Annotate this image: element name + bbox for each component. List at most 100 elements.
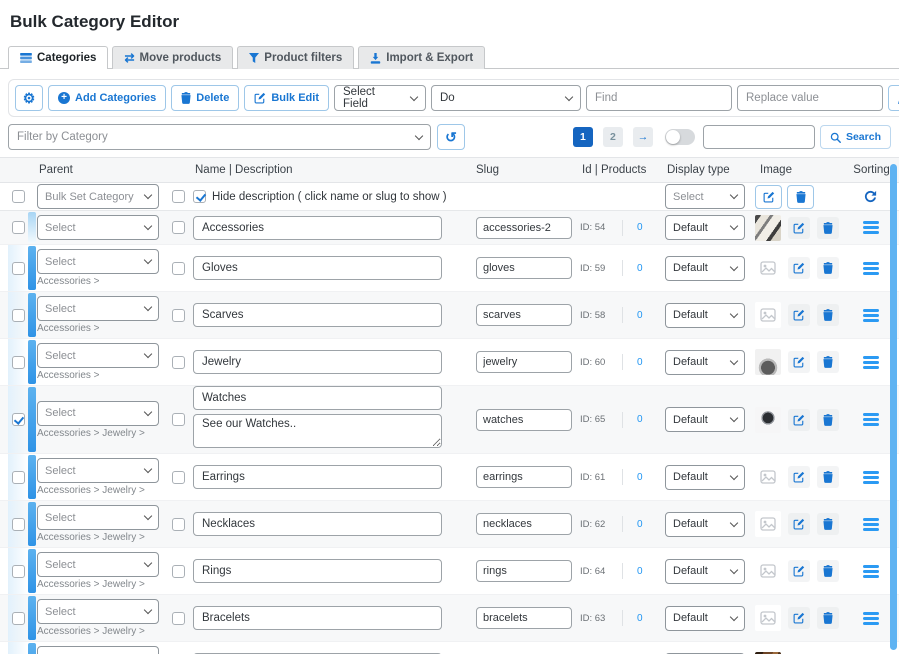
edit-image-button[interactable] [788,513,810,535]
category-image-thumbnail[interactable] [755,302,781,328]
display-type-select[interactable]: Default [665,465,745,490]
bulk-name-checkbox[interactable] [172,190,185,203]
parent-select[interactable]: Select [37,458,159,483]
display-type-select[interactable]: Default [665,606,745,631]
products-count-link[interactable]: 0 [637,222,643,233]
filter-by-category-dropdown[interactable]: Filter by Category [8,124,431,150]
pagination-page-1[interactable]: 1 [573,127,593,147]
parent-select[interactable]: Select [37,249,159,274]
tab-move-products[interactable]: ⇄ Move products [112,46,233,69]
parent-select[interactable]: Select [37,296,159,321]
description-textarea[interactable] [193,414,442,448]
row-checkbox[interactable] [12,309,25,322]
name-checkbox[interactable] [172,471,185,484]
name-input[interactable] [193,606,442,630]
display-type-select[interactable]: Default [665,559,745,584]
bulk-set-category-select[interactable]: Bulk Set Category [37,184,159,209]
products-count-link[interactable]: 0 [637,472,643,483]
slug-input[interactable] [476,304,572,326]
edit-image-button[interactable] [788,409,810,431]
display-type-select[interactable]: Default [665,350,745,375]
row-checkbox[interactable] [12,565,25,578]
slug-input[interactable] [476,217,572,239]
settings-button[interactable]: ⚙ [15,85,43,111]
do-edits-button[interactable]: Do Edits [888,85,899,111]
delete-image-button[interactable] [817,351,839,373]
name-input[interactable] [193,256,442,280]
row-checkbox[interactable] [12,262,25,275]
parent-select[interactable]: Select [37,646,159,654]
slug-input[interactable] [476,466,572,488]
search-input[interactable] [703,125,815,149]
name-input[interactable] [193,559,442,583]
parent-select[interactable]: Select [37,215,159,240]
edit-image-button[interactable] [788,466,810,488]
do-dropdown[interactable]: Do [431,85,581,111]
add-categories-button[interactable]: + Add Categories [48,85,166,111]
edit-image-button[interactable] [788,304,810,326]
edit-image-button[interactable] [788,217,810,239]
slug-input[interactable] [476,257,572,279]
parent-select[interactable]: Select [37,552,159,577]
bulk-select-all-checkbox[interactable] [12,190,25,203]
display-type-select[interactable]: Default [665,512,745,537]
parent-select[interactable]: Select [37,599,159,624]
display-type-select[interactable]: Default [665,407,745,432]
delete-image-button[interactable] [817,560,839,582]
bulk-delete-image-button[interactable] [787,185,814,209]
delete-image-button[interactable] [817,217,839,239]
hide-description-option[interactable]: Hide description ( click name or slug to… [193,190,470,203]
edit-image-button[interactable] [788,351,810,373]
select-field-dropdown[interactable]: Select Field [334,85,426,111]
slug-input[interactable] [476,513,572,535]
name-input[interactable] [193,303,442,327]
category-image-thumbnail[interactable] [755,255,781,281]
category-image-thumbnail[interactable] [755,558,781,584]
delete-image-button[interactable] [817,513,839,535]
pagination-next-button[interactable]: → [633,127,653,147]
name-checkbox[interactable] [172,221,185,234]
search-button[interactable]: Search [820,125,891,149]
category-image-thumbnail[interactable] [755,605,781,631]
row-checkbox[interactable] [12,356,25,369]
parent-select[interactable]: Select [37,343,159,368]
edit-image-button[interactable] [788,607,810,629]
hide-description-checkbox[interactable] [193,190,206,203]
slug-input[interactable] [476,409,572,431]
row-checkbox[interactable] [12,471,25,484]
edit-image-button[interactable] [788,257,810,279]
category-image-thumbnail[interactable] [755,215,781,241]
category-image-thumbnail[interactable] [755,349,781,375]
name-checkbox[interactable] [172,309,185,322]
row-checkbox[interactable] [12,612,25,625]
delete-image-button[interactable] [817,466,839,488]
products-count-link[interactable]: 0 [637,263,643,274]
tab-categories[interactable]: Categories [8,46,108,69]
row-checkbox[interactable] [12,518,25,531]
parent-select[interactable]: Select [37,401,159,426]
edit-image-button[interactable] [788,560,810,582]
filter-reset-button[interactable]: ↺ [437,124,465,150]
category-image-thumbnail[interactable] [755,464,781,490]
display-type-select[interactable]: Default [665,215,745,240]
drag-handle[interactable] [863,413,879,426]
drag-handle[interactable] [863,471,879,484]
row-checkbox[interactable] [12,221,25,234]
delete-image-button[interactable] [817,304,839,326]
tab-import-export[interactable]: Import & Export [358,46,485,69]
view-toggle[interactable] [665,129,695,145]
display-type-select[interactable]: Default [665,303,745,328]
pagination-page-2[interactable]: 2 [603,127,623,147]
display-type-select[interactable]: Default [665,256,745,281]
drag-handle[interactable] [863,221,879,234]
name-input[interactable] [193,465,442,489]
name-input[interactable] [193,216,442,240]
parent-select[interactable]: Select [37,505,159,530]
row-checkbox[interactable] [12,413,25,426]
replace-value-input[interactable] [737,85,883,111]
name-input[interactable] [193,350,442,374]
name-checkbox[interactable] [172,518,185,531]
delete-image-button[interactable] [817,257,839,279]
products-count-link[interactable]: 0 [637,357,643,368]
name-checkbox[interactable] [172,262,185,275]
